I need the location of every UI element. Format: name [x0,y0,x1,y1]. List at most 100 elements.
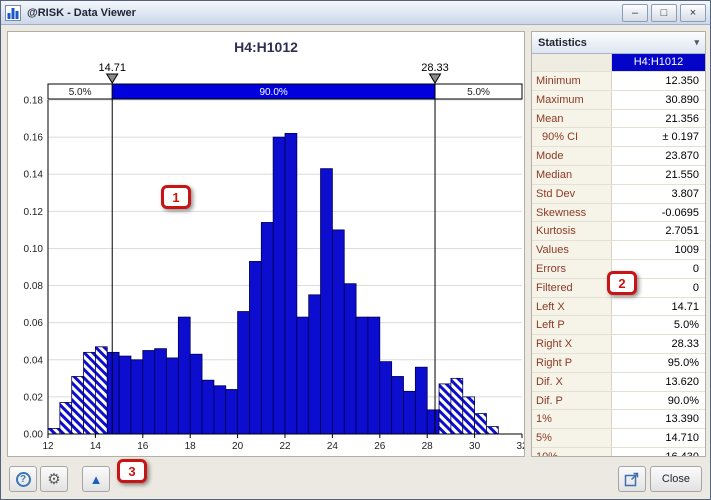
stats-row-value: 13.620 [612,373,705,391]
histogram-bar [261,222,273,434]
histogram-bar [226,389,238,434]
x-axis-label: 26 [374,441,386,452]
stats-row-label: 1% [532,410,612,428]
chevron-down-icon: ▾ [694,37,699,48]
histogram-bar [404,391,416,434]
close-button[interactable]: Close [650,466,702,492]
maximize-button[interactable]: □ [651,4,677,22]
stats-row: Minimum12.350 [532,72,705,91]
delimiter-handle-right[interactable] [430,74,441,83]
delimiter-handle-left[interactable] [107,74,118,83]
stats-row-label: Left P [532,316,612,334]
histogram-bar [155,349,167,434]
histogram-bar [427,410,439,434]
stats-row-value: 95.0% [612,354,705,372]
band-right-label: 5.0% [467,87,490,98]
chart-title: H4:H1012 [8,32,524,58]
y-axis-label: 0.14 [24,170,44,181]
x-axis-label: 30 [469,441,481,452]
histogram-bar [143,351,155,435]
stats-row: 5%14.710 [532,429,705,448]
stats-row-value: 5.0% [612,316,705,334]
stats-row: Std Dev3.807 [532,185,705,204]
histogram-bar [332,230,344,434]
stats-row-value: 14.71 [612,298,705,316]
histogram-bar [344,284,356,434]
x-axis-label: 16 [137,441,149,452]
stats-row: 1%13.390 [532,410,705,429]
histogram-bar [72,376,84,434]
stats-row-label: Dif. P [532,392,612,410]
y-axis-label: 0.10 [24,244,44,255]
histogram-bar [48,428,60,434]
stats-row-label: Filtered [532,279,612,297]
histogram-bar [249,261,261,434]
stats-row-label: Left X [532,298,612,316]
histogram-bar [273,137,285,434]
stats-row-label: 10% [532,448,612,457]
stats-row: Values1009 [532,241,705,260]
histogram-bar [202,380,214,434]
stats-row-value: -0.0695 [612,204,705,222]
y-axis-label: 0.18 [24,96,44,107]
histogram-bar [178,317,190,434]
stats-row-value: 21.550 [612,166,705,184]
y-axis-label: 0.08 [24,281,44,292]
stats-row-value: 16.430 [612,448,705,457]
histogram-bar [238,312,250,434]
toolbar-right-group: Close [618,466,702,492]
callout-badge-1: 1 [161,185,191,209]
stats-row: Left P5.0% [532,316,705,335]
stats-row: 90% CI± 0.197 [532,128,705,147]
histogram-bar [131,360,143,434]
x-axis-label: 12 [42,441,54,452]
chart-type-button[interactable]: ▲ [82,466,110,492]
delimiter-value-left: 14.71 [98,62,126,74]
histogram-bar [297,317,309,434]
close-window-button[interactable]: × [680,4,706,22]
histogram-bar [463,397,475,434]
statistics-dropdown[interactable]: Statistics ▾ [532,32,705,54]
stats-row-label: Std Dev [532,185,612,203]
help-button[interactable]: ? [9,466,37,492]
settings-button[interactable]: ⚙ [40,466,68,492]
minimize-button[interactable]: – [622,4,648,22]
stats-row-label: 5% [532,429,612,447]
stats-row-value: 14.710 [612,429,705,447]
help-icon: ? [16,472,31,487]
export-button[interactable] [618,466,646,492]
gear-icon: ⚙ [47,472,60,487]
histogram-bar [321,169,333,434]
histogram-bar [119,356,131,434]
stats-row-value: 30.890 [612,91,705,109]
histogram-bar [285,133,297,434]
stats-row: Skewness-0.0695 [532,204,705,223]
stats-row: Left X14.71 [532,298,705,317]
histogram-bar [107,352,119,434]
y-axis-label: 0.02 [24,392,44,403]
band-center-label: 90.0% [259,87,287,98]
statistics-dropdown-label: Statistics [538,37,587,49]
chart-type-icon: ▲ [90,473,103,486]
histogram-chart: 0.000.020.040.060.080.100.120.140.160.18… [8,58,524,456]
stats-row-value: 23.870 [612,147,705,165]
histogram-bar [309,295,321,434]
histogram-bar [486,427,498,434]
histogram-bar [368,317,380,434]
stats-row: Right P95.0% [532,354,705,373]
delimiter-value-right: 28.33 [421,62,449,74]
stats-row-label: Median [532,166,612,184]
x-axis-label: 24 [327,441,339,452]
stats-row: 10%16.430 [532,448,705,457]
callout-badge-2: 2 [607,271,637,295]
stats-column-header-row: H4:H1012 [532,54,705,72]
histogram-bar [190,354,202,434]
histogram-bar [214,386,226,434]
app-icon [5,5,21,21]
stats-row-label: Mean [532,110,612,128]
histogram-bar [167,358,179,434]
export-icon [624,471,640,487]
stats-row: Dif. P90.0% [532,392,705,411]
stats-row-label: Minimum [532,72,612,90]
stats-row-value: ± 0.197 [612,128,705,146]
